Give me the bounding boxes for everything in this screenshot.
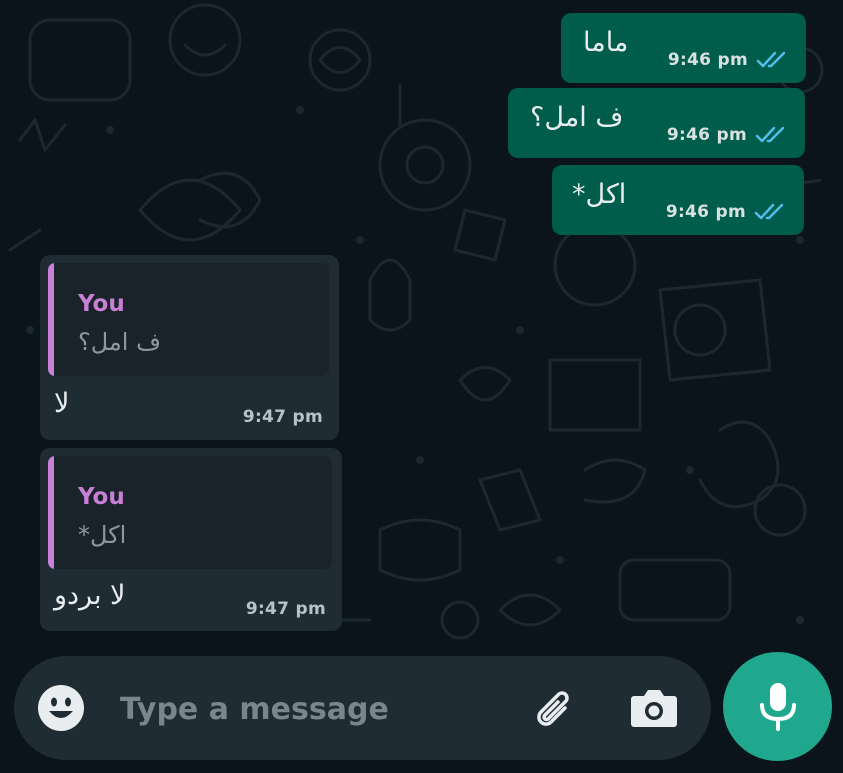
- message-text: ف امل؟: [530, 102, 624, 133]
- camera-icon[interactable]: [628, 684, 680, 732]
- quote-accent-bar: [48, 456, 54, 569]
- microphone-icon: [760, 683, 796, 731]
- message-time: 9:46 pm: [666, 125, 747, 145]
- voice-record-button[interactable]: [723, 652, 832, 761]
- quote-text: اكل*: [78, 521, 127, 549]
- message-input[interactable]: [118, 686, 422, 732]
- emoji-icon[interactable]: [37, 684, 85, 732]
- outgoing-message[interactable]: ماما 9:46 pm: [561, 13, 806, 83]
- message-text: اكل*: [572, 179, 627, 210]
- message-time: 9:46 pm: [667, 50, 748, 70]
- quote-author: You: [78, 484, 125, 510]
- message-text: لا بردو: [54, 580, 126, 611]
- quoted-message[interactable]: You ف امل؟: [48, 263, 329, 376]
- paperclip-icon[interactable]: [525, 682, 577, 734]
- message-meta: 9:46 pm: [667, 125, 789, 145]
- incoming-message[interactable]: You ف امل؟ لا 9:47 pm: [40, 255, 339, 440]
- message-text: لا: [54, 388, 70, 419]
- double-check-read-icon: [754, 203, 784, 220]
- quoted-message[interactable]: You اكل*: [48, 456, 332, 569]
- message-time: 9:46 pm: [665, 202, 746, 222]
- double-check-read-icon: [755, 126, 785, 143]
- message-text: ماما: [583, 27, 629, 58]
- quote-author: You: [78, 291, 125, 317]
- message-time: 9:47 pm: [245, 599, 326, 619]
- message-time: 9:47 pm: [242, 407, 323, 427]
- quote-text: ف امل؟: [78, 328, 161, 356]
- message-composer: [14, 656, 711, 760]
- message-meta: 9:46 pm: [668, 50, 790, 70]
- incoming-message[interactable]: You اكل* لا بردو 9:47 pm: [40, 448, 342, 631]
- quote-accent-bar: [48, 263, 54, 376]
- outgoing-message[interactable]: ف امل؟ 9:46 pm: [508, 88, 805, 158]
- outgoing-message[interactable]: اكل* 9:46 pm: [552, 165, 804, 235]
- message-meta: 9:46 pm: [666, 202, 788, 222]
- double-check-read-icon: [756, 51, 786, 68]
